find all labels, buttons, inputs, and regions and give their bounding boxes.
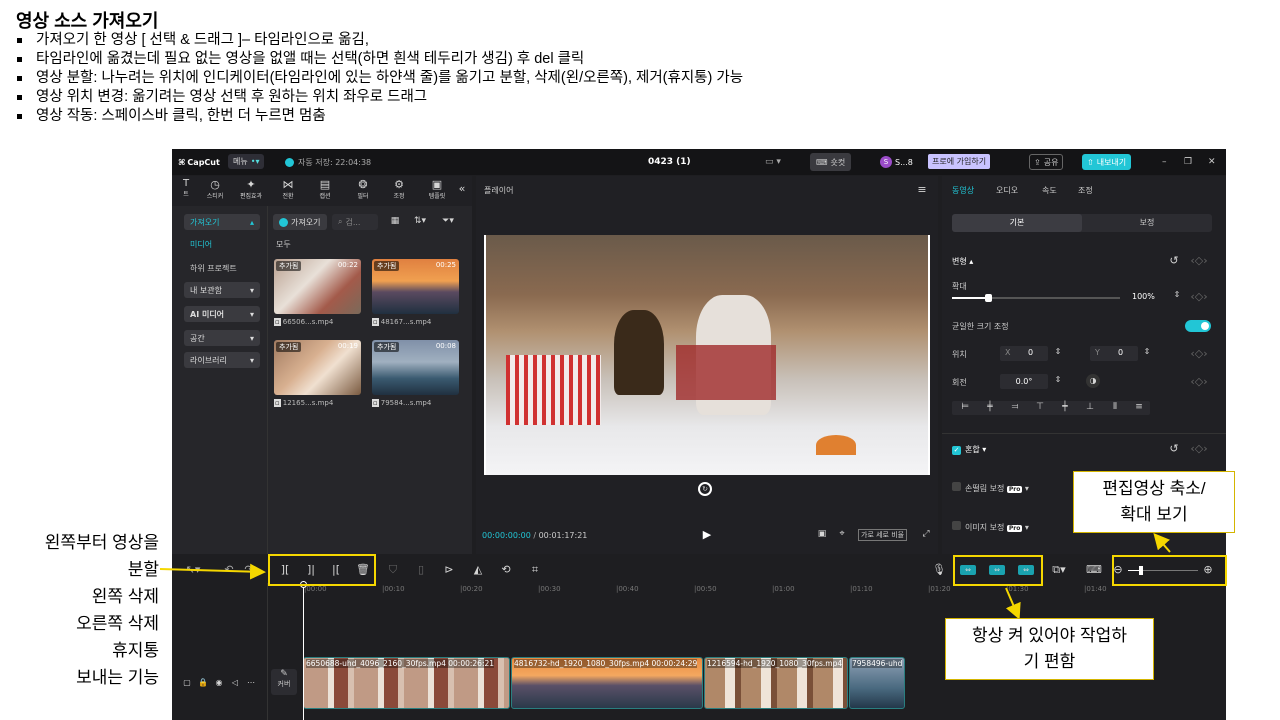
arrow-to-snap-tools xyxy=(1005,587,1021,620)
arrow-to-split-tools xyxy=(159,563,266,580)
arrow-to-zoom-tools xyxy=(1153,532,1171,553)
zoom-callout: 편집영상 축소/확대 보기 xyxy=(1073,471,1235,533)
snap-callout: 항상 켜 있어야 작업하 기 편함 xyxy=(945,618,1154,680)
annotation-arrows xyxy=(159,532,1171,620)
